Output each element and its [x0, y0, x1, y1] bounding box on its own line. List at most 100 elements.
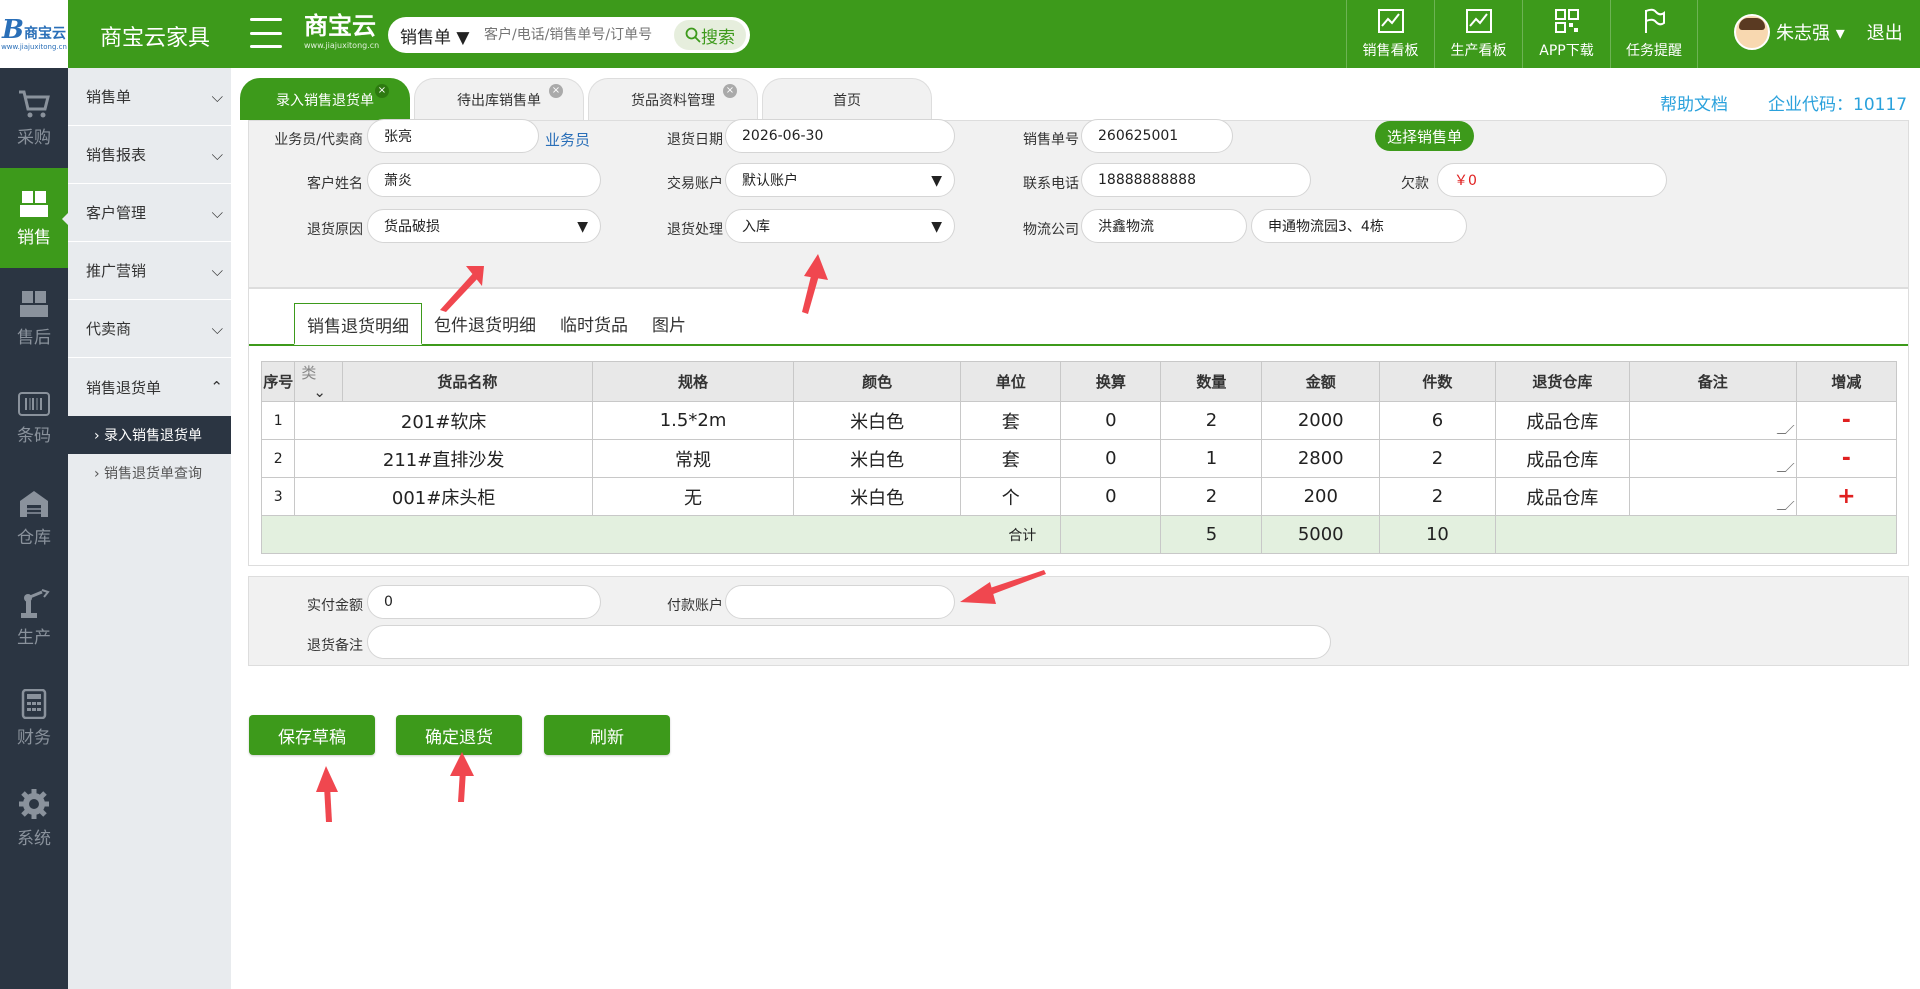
robot-arm-icon: [21, 588, 50, 618]
col-color: 颜色: [793, 361, 962, 402]
goods-name[interactable]: 211#直排沙发: [294, 439, 593, 478]
add-row-button[interactable]: +: [1795, 477, 1898, 516]
search-button[interactable]: 搜索: [674, 20, 746, 50]
logo[interactable]: B商宝云 www.jiajuxitong.cn: [0, 0, 68, 68]
pay-account-field[interactable]: [725, 585, 955, 619]
module-finance[interactable]: 财务: [0, 668, 68, 768]
warehouse[interactable]: 成品仓库: [1494, 401, 1630, 440]
goods-name[interactable]: 201#软床: [294, 401, 593, 440]
submenu-item-return-query[interactable]: › 销售退货单查询: [68, 454, 231, 492]
module-system[interactable]: 系统: [0, 768, 68, 868]
close-icon[interactable]: ×: [375, 84, 389, 98]
pieces[interactable]: 2: [1379, 439, 1496, 478]
save-draft-button[interactable]: 保存草稿: [249, 715, 375, 755]
salesman-field[interactable]: 张亮: [367, 119, 539, 153]
amount[interactable]: 2000: [1261, 401, 1381, 440]
quantity[interactable]: 2: [1160, 401, 1263, 440]
app-download-button[interactable]: APP下载: [1522, 0, 1610, 68]
sales-dashboard-button[interactable]: 销售看板: [1346, 0, 1434, 68]
amount[interactable]: 200: [1261, 477, 1381, 516]
pieces[interactable]: 6: [1379, 401, 1496, 440]
sales-no-field[interactable]: 260625001: [1081, 119, 1233, 153]
logistics-label: 物流公司: [1023, 222, 1079, 238]
select-sales-order-button[interactable]: 选择销售单: [1375, 121, 1475, 151]
return-date-field[interactable]: 2026-06-30: [725, 119, 955, 153]
production-dashboard-button[interactable]: 生产看板: [1434, 0, 1522, 68]
tab-label: 录入销售退货单: [276, 92, 374, 109]
unit: 套: [960, 439, 1062, 478]
tab-return-details[interactable]: 销售退货明细: [294, 303, 422, 345]
warehouse[interactable]: 成品仓库: [1494, 439, 1630, 478]
refresh-button[interactable]: 刷新: [544, 715, 670, 755]
remove-row-button[interactable]: -: [1795, 401, 1898, 440]
spec[interactable]: 1.5*2m: [591, 401, 795, 440]
tab-goods-management[interactable]: 货品资料管理 ×: [588, 78, 758, 120]
col-category[interactable]: 类 ⌄: [294, 361, 343, 402]
debt-field[interactable]: ￥0: [1437, 163, 1667, 197]
note-textarea[interactable]: [1628, 439, 1797, 478]
customer-field[interactable]: 萧炎: [367, 163, 601, 197]
module-barcode[interactable]: 条码: [0, 368, 68, 468]
amount[interactable]: 2800: [1261, 439, 1381, 478]
tab-images[interactable]: 图片: [640, 303, 698, 345]
remark-field[interactable]: [367, 625, 1331, 659]
handling-select[interactable]: 入库 ▼: [725, 209, 955, 243]
submenu-sales-order[interactable]: 销售单 ⌵: [68, 68, 231, 126]
search-input[interactable]: [484, 27, 670, 43]
submenu-sales-return[interactable]: 销售退货单 ⌃: [68, 358, 231, 416]
submenu-consignment[interactable]: 代卖商 ⌵: [68, 300, 231, 358]
submenu-customer-management[interactable]: 客户管理 ⌵: [68, 184, 231, 242]
search-type-select[interactable]: 销售单 ▼: [388, 23, 484, 48]
goods-name[interactable]: 001#床头柜: [294, 477, 593, 516]
total-conversion: [1060, 515, 1162, 554]
color[interactable]: 米白色: [793, 401, 962, 440]
tab-home[interactable]: 首页: [762, 78, 932, 120]
spec[interactable]: 无: [591, 477, 795, 516]
reason-select[interactable]: 货品破损 ▼: [367, 209, 601, 243]
sales-no-label: 销售单号: [1023, 132, 1079, 148]
help-docs-link[interactable]: 帮助文档: [1660, 90, 1728, 115]
paid-amount-field[interactable]: 0: [367, 585, 601, 619]
confirm-return-button[interactable]: 确定退货: [396, 715, 522, 755]
logout-link[interactable]: 退出: [1867, 19, 1903, 45]
pieces[interactable]: 2: [1379, 477, 1496, 516]
submenu-item-enter-return[interactable]: › 录入销售退货单: [68, 416, 231, 454]
note-textarea[interactable]: [1628, 401, 1797, 440]
logistics-field[interactable]: 洪鑫物流: [1081, 209, 1247, 243]
remove-row-button[interactable]: -: [1795, 439, 1898, 478]
conversion: 0: [1060, 401, 1162, 440]
user-name[interactable]: 朱志强 ▾: [1776, 19, 1845, 45]
tab-temp-goods[interactable]: 临时货品: [548, 303, 640, 345]
quantity[interactable]: 1: [1160, 439, 1263, 478]
close-icon[interactable]: ×: [723, 84, 737, 98]
account-select[interactable]: 默认账户 ▼: [725, 163, 955, 197]
total-label: 合计: [260, 515, 1062, 554]
annotation-arrow-icon: [960, 570, 1046, 604]
submenu-sales-report[interactable]: 销售报表 ⌵: [68, 126, 231, 184]
paid-amount-value: 0: [384, 594, 393, 610]
note-textarea[interactable]: [1628, 477, 1797, 516]
close-icon[interactable]: ×: [549, 84, 563, 98]
brand: 商宝云 www.jiajuxitong.cn: [304, 14, 379, 50]
module-sales[interactable]: 销售: [0, 168, 68, 268]
tab-pending-outbound[interactable]: 待出库销售单 ×: [414, 78, 584, 120]
tab-enter-return[interactable]: 录入销售退货单 ×: [240, 78, 410, 120]
module-purchase[interactable]: 采购: [0, 68, 68, 168]
spec[interactable]: 常规: [591, 439, 795, 478]
warehouse[interactable]: 成品仓库: [1494, 477, 1630, 516]
module-after-sales[interactable]: 售后: [0, 268, 68, 368]
submenu-promotion[interactable]: 推广营销 ⌵: [68, 242, 231, 300]
user-menu[interactable]: 朱志强 ▾ 退出: [1734, 14, 1903, 50]
salesman-link[interactable]: 业务员: [545, 129, 590, 150]
menu-toggle-icon[interactable]: [250, 18, 282, 48]
quantity[interactable]: 2: [1160, 477, 1263, 516]
color[interactable]: 米白色: [793, 477, 962, 516]
pay-account-label: 付款账户: [667, 598, 723, 614]
phone-field[interactable]: 18888888888: [1081, 163, 1311, 197]
logistics-address-field[interactable]: 申通物流园3、4栋: [1251, 209, 1467, 243]
module-warehouse[interactable]: 仓库: [0, 468, 68, 568]
color[interactable]: 米白色: [793, 439, 962, 478]
module-production[interactable]: 生产: [0, 568, 68, 668]
task-reminder-button[interactable]: 任务提醒: [1610, 0, 1698, 68]
chevron-down-icon: ⌵: [211, 203, 223, 222]
